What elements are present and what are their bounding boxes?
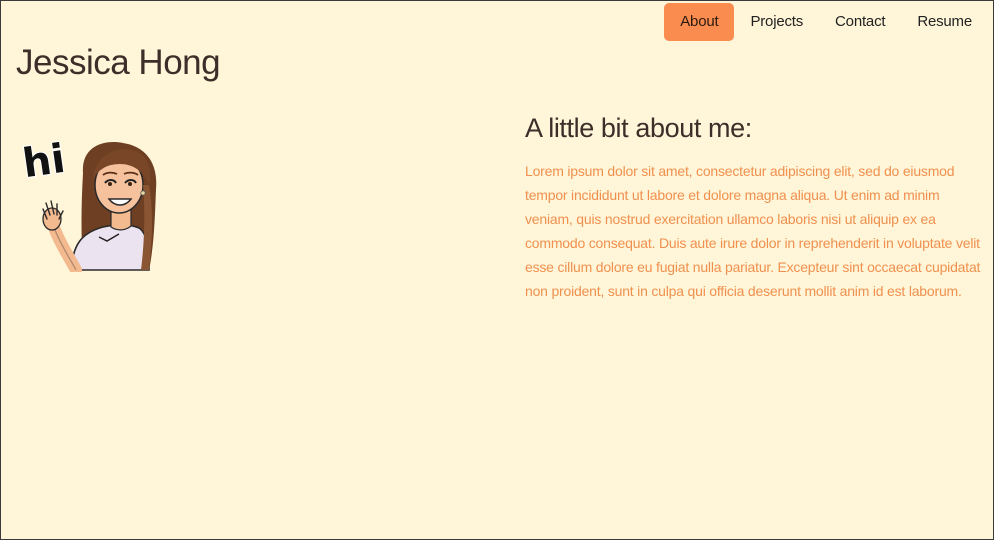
nav-contact[interactable]: Contact bbox=[819, 3, 901, 41]
about-section: A little bit about me: Lorem ipsum dolor… bbox=[525, 113, 985, 303]
about-heading: A little bit about me: bbox=[525, 113, 752, 143]
main-nav: About Projects Contact Resume bbox=[664, 3, 988, 41]
avatar-image: hi bbox=[19, 127, 161, 276]
about-paragraph: Lorem ipsum dolor sit amet, consectetur … bbox=[525, 163, 981, 299]
bitmoji-avatar: hi bbox=[19, 135, 157, 276]
nav-projects[interactable]: Projects bbox=[734, 3, 819, 41]
nav-about[interactable]: About bbox=[664, 3, 735, 41]
nav-resume[interactable]: Resume bbox=[901, 3, 988, 41]
site-title: Jessica Hong bbox=[16, 43, 221, 82]
avatar-greeting: hi bbox=[21, 136, 68, 187]
